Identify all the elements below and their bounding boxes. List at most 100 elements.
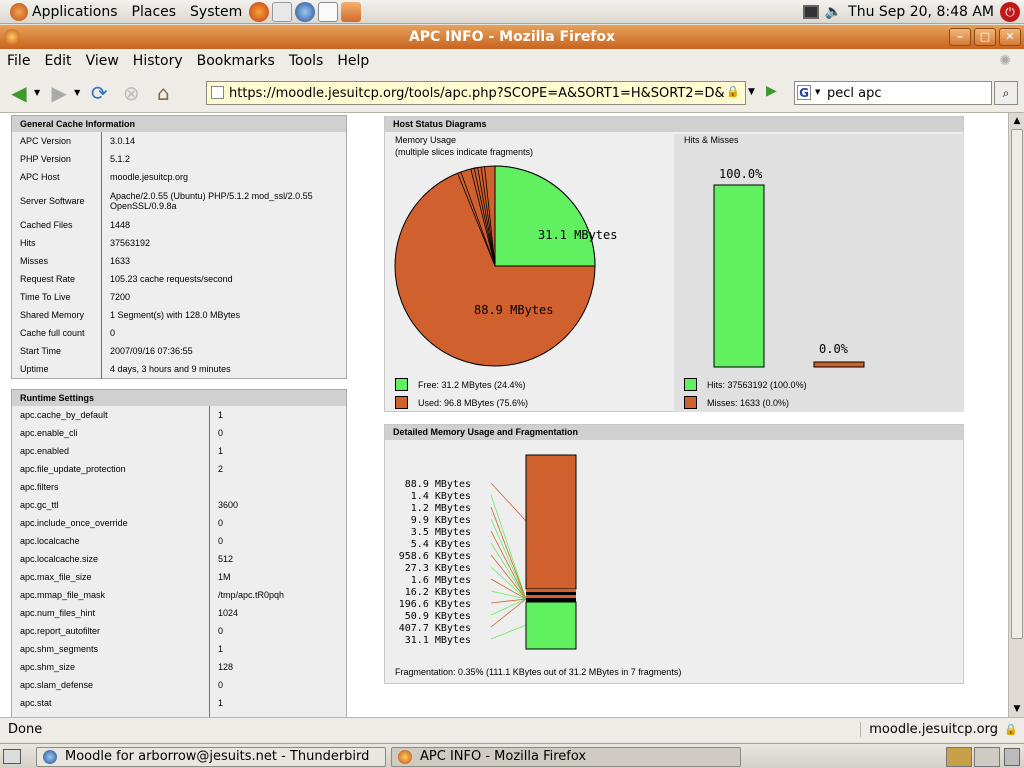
url-dropdown-icon[interactable]: ▼ [748, 87, 755, 97]
reload-icon: ⟳ [90, 80, 108, 105]
task-thunderbird[interactable]: Moodle for arborrow@jesuits.net - Thunde… [36, 747, 386, 767]
throbber-icon: ✺ [999, 53, 1011, 69]
fragment-leader-line [490, 542, 527, 600]
applications-menu[interactable]: Applications [6, 2, 122, 21]
legend-misses: Misses: 1633 (0.0%) [684, 396, 789, 409]
clock[interactable]: Thu Sep 20, 8:48 AM [848, 4, 994, 20]
row-key: apc.shm_size [11, 658, 210, 676]
row-key: apc.enable_cli [11, 424, 210, 442]
row-value: Apache/2.0.55 (Ubuntu) PHP/5.1.2 mod_ssl… [110, 191, 313, 211]
back-button[interactable]: ◀ [6, 80, 32, 106]
go-button[interactable]: ▶ [766, 83, 777, 99]
menu-history[interactable]: History [126, 53, 190, 69]
show-desktop-icon[interactable] [3, 749, 21, 764]
firefox-launcher-icon[interactable] [249, 1, 270, 22]
minimize-button[interactable]: – [949, 28, 971, 46]
table-row: Hits 37563192 [11, 234, 347, 252]
row-key: PHP Version [11, 150, 102, 168]
window-titlebar[interactable]: APC INFO - Mozilla Firefox – □ ✕ [0, 25, 1024, 49]
fragmentation-summary: Fragmentation: 0.35% (111.1 KBytes out o… [395, 667, 682, 677]
table-row: apc.shm_size 128 [11, 658, 347, 676]
status-lock-icon[interactable]: 🔒 [1004, 723, 1018, 736]
search-button[interactable]: ⌕ [994, 81, 1018, 105]
table-row: APC Version 3.0.14 [11, 132, 347, 150]
table-row: PHP Version 5.1.2 [11, 150, 347, 168]
table-row: Cached Files 1448 [11, 216, 347, 234]
row-key: APC Version [11, 132, 102, 150]
forward-history-dropdown-icon[interactable]: ▼ [74, 88, 80, 97]
used-fragment-b [526, 595, 576, 598]
places-menu[interactable]: Places [128, 4, 181, 20]
fragment-label: 16.2 KBytes [405, 587, 471, 598]
table-row: Shared Memory 1 Segment(s) with 128.0 MBy… [11, 306, 347, 324]
row-value: 1M [218, 572, 231, 582]
menu-bookmarks[interactable]: Bookmarks [190, 53, 282, 69]
task-thunderbird-label: Moodle for arborrow@jesuits.net - Thunde… [65, 749, 370, 764]
row-key: apc.slam_defense [11, 676, 210, 694]
workspace-switcher-2[interactable] [974, 747, 1000, 767]
table-row: Cache full count 0 [11, 324, 347, 342]
free-memory-block [525, 601, 577, 650]
pie-used-label: 88.9 MBytes [474, 303, 553, 317]
search-engine-dropdown-icon[interactable]: ▼ [815, 88, 820, 96]
magnifier-icon: ⌕ [1002, 86, 1010, 100]
menu-file[interactable]: File [0, 53, 37, 69]
row-value: 0 [218, 626, 224, 636]
gnome-foot-icon [10, 2, 28, 21]
fragmentation-chart: 88.9 MBytes1.4 KBytes1.2 MBytes9.9 KByte… [399, 454, 577, 650]
menu-view[interactable]: View [79, 53, 126, 69]
workspace-switcher-1[interactable] [946, 747, 972, 767]
legend-misses-label: Misses: 1633 (0.0%) [707, 397, 790, 408]
status-text: Done [8, 722, 43, 737]
menu-tools[interactable]: Tools [282, 53, 331, 69]
google-engine-icon[interactable]: G [797, 85, 811, 100]
table-row: APC Host moodle.jesuitcp.org [11, 168, 347, 186]
task-firefox[interactable]: APC INFO - Mozilla Firefox [391, 747, 741, 767]
row-key: apc.cache_by_default [11, 406, 210, 424]
scrollbar-thumb[interactable] [1011, 129, 1023, 639]
reload-button[interactable]: ⟳ [86, 80, 112, 106]
row-key: Request Rate [11, 270, 102, 288]
legend-hits-label: Hits: 37563192 (100.0%) [707, 379, 807, 390]
page-content: General Cache Information APC Version 3.0… [0, 113, 1008, 717]
stop-button[interactable]: ⊗ [118, 80, 144, 106]
general-cache-table: General Cache Information APC Version 3.0… [11, 115, 347, 379]
firefox-task-icon [398, 750, 412, 764]
trash-icon[interactable] [1004, 748, 1020, 766]
search-input[interactable] [794, 81, 992, 105]
row-value: 1448 [110, 220, 131, 230]
system-menu[interactable]: System [186, 4, 246, 20]
back-history-dropdown-icon[interactable]: ▼ [34, 88, 40, 97]
menu-edit[interactable]: Edit [37, 53, 78, 69]
mail-launcher-icon[interactable] [272, 1, 293, 22]
table-row: apc.max_file_size 1M [11, 568, 347, 586]
thunderbird-launcher-icon[interactable] [295, 1, 316, 22]
legend-hits-swatch [684, 378, 697, 391]
row-value [210, 478, 347, 496]
fragment-label: 9.9 KBytes [411, 515, 471, 526]
menu-help[interactable]: Help [330, 53, 376, 69]
fragment-label: 27.3 KBytes [405, 563, 471, 574]
home-icon: ⌂ [156, 80, 170, 105]
legend-free-swatch [395, 378, 408, 391]
runtime-settings-body: apc.cache_by_default 1 apc.enable_cli 0 apc.… [11, 406, 347, 717]
volume-icon[interactable]: 🔈 [825, 4, 842, 20]
network-monitor-icon[interactable] [802, 4, 819, 19]
page-scrollbar[interactable]: ▲ ▼ [1008, 113, 1024, 717]
fragment-leader-line [490, 506, 527, 600]
table-row: apc.mmap_file_mask/tmp/apc.tR0pqh [11, 586, 347, 604]
scroll-up-icon[interactable]: ▲ [1011, 115, 1023, 127]
maximize-button[interactable]: □ [974, 28, 996, 46]
document-launcher-icon[interactable] [318, 1, 339, 22]
url-input[interactable] [206, 81, 746, 105]
close-button[interactable]: ✕ [999, 28, 1021, 46]
row-key: Time To Live [11, 288, 102, 306]
row-value: 37563192 [110, 238, 151, 248]
scroll-down-icon[interactable]: ▼ [1011, 703, 1023, 715]
power-icon[interactable]: ⏻ [1000, 1, 1020, 22]
package-launcher-icon[interactable] [341, 1, 362, 22]
forward-button[interactable]: ▶ [46, 80, 72, 106]
general-cache-body: APC Version 3.0.14 PHP Version 5.1.2 APC Hos… [11, 132, 347, 378]
fragment-label: 958.6 KBytes [399, 551, 471, 562]
home-button[interactable]: ⌂ [150, 80, 176, 106]
